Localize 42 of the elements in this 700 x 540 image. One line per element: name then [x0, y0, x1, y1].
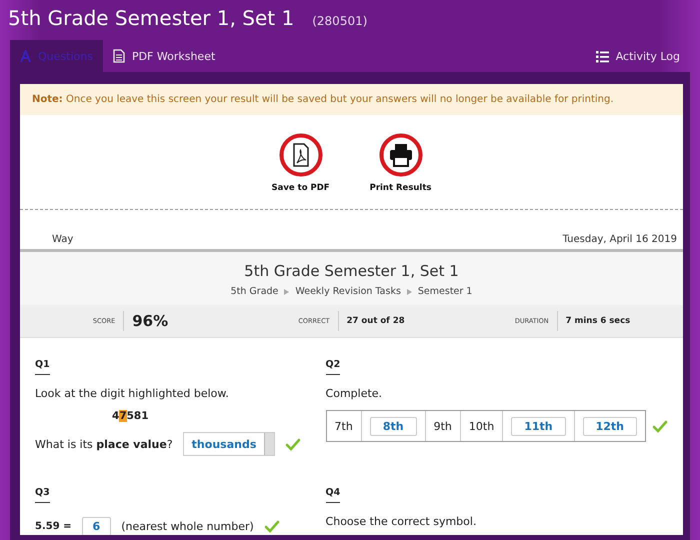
stat-value: 96% — [132, 312, 168, 330]
breadcrumb-item[interactable]: Weekly Revision Tasks — [295, 286, 401, 297]
set-code: (280501) — [312, 14, 368, 28]
stat-value: 7 mins 6 secs — [566, 316, 630, 326]
equation-text: 5.59 = — [35, 521, 72, 532]
question-text: (nearest whole number) — [121, 520, 254, 533]
document-icon — [112, 49, 125, 63]
table-cell: 10th — [468, 420, 494, 432]
table-cell: 7th — [334, 420, 353, 432]
stat-value: 27 out of 28 — [346, 316, 405, 326]
header-text: Way — [52, 234, 74, 245]
list-icon — [596, 50, 609, 62]
note-banner: Note: Once you leave this screen your result will be saved but your answers will no longer be available for printing. — [20, 84, 683, 115]
breadcrumb-separator-icon — [284, 288, 290, 294]
breadcrumb-separator-icon — [406, 288, 412, 294]
question-text: Complete. — [326, 387, 384, 400]
letter-a-icon — [20, 50, 31, 62]
number-display: 47581 — [112, 410, 150, 422]
question-number: Q2 — [326, 359, 340, 375]
tab[interactable]: PDF Worksheet — [102, 40, 226, 72]
table-cell: 9th — [434, 420, 452, 432]
question-number: Q3 — [35, 487, 50, 503]
question-number: Q1 — [35, 359, 50, 375]
page-title: 5th Grade Semester 1, Set 1 — [8, 6, 294, 30]
answer-field[interactable]: 8th — [370, 416, 417, 436]
answer-dropdown[interactable]: thousands — [182, 432, 276, 456]
question-number: Q4 — [326, 487, 340, 503]
tab[interactable]: Activity Log — [586, 40, 690, 72]
answer-field[interactable]: 11th — [511, 416, 566, 436]
question-text: Choose the correct symbol. — [326, 515, 478, 528]
pdf-file-icon[interactable] — [278, 133, 323, 177]
question-text: Look at the digit highlighted below. — [35, 387, 230, 400]
answer-field[interactable]: 12th — [582, 416, 637, 436]
question-text: What is its place value? — [35, 438, 173, 450]
report-date: Tuesday, April 16 2019 — [562, 234, 677, 245]
breadcrumb-item[interactable]: Semester 1 — [418, 286, 472, 297]
action-button[interactable]: Print Results — [370, 133, 432, 193]
action-button[interactable]: Save to PDF — [272, 133, 330, 193]
report-title: 5th Grade Semester 1, Set 1 — [243, 262, 460, 280]
answer-field[interactable]: 6 — [82, 517, 112, 535]
breadcrumb-item[interactable]: 5th Grade — [230, 286, 278, 297]
printer-icon[interactable] — [378, 133, 423, 177]
